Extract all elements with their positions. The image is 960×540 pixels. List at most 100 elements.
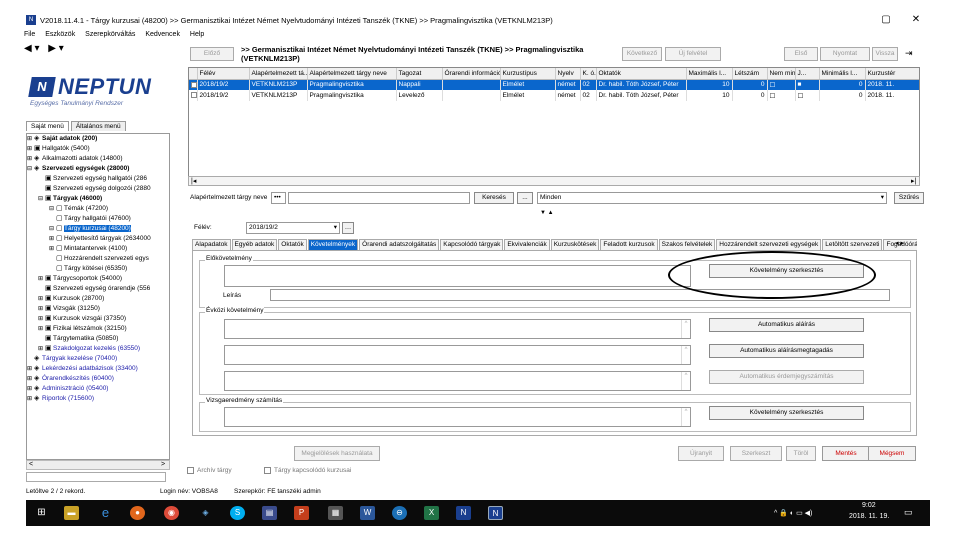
prev-button[interactable]: Előző	[190, 47, 234, 61]
detail-tab[interactable]: Egyéb adatok	[231, 239, 278, 250]
expand-icon[interactable]: ⊞	[27, 394, 34, 404]
detail-tab[interactable]: Kapcsolódó tárgyak	[440, 239, 504, 250]
system-tray-icons[interactable]: ^ 🔒 ◐ ▭ ◀)	[774, 509, 812, 517]
expand-icon[interactable]: ⊞	[49, 234, 56, 244]
tree-item[interactable]: ⊞ ◈ Lekérdezési adatbázisok (33400)	[27, 364, 169, 374]
back-arrow-icon[interactable]: ◀ ▾	[24, 43, 40, 54]
cancel-button[interactable]: Mégsem	[868, 446, 916, 461]
term-req-textarea-2[interactable]: ^	[224, 345, 691, 365]
detail-tab[interactable]: Hozzárendelt szervezeti egységek	[716, 239, 822, 250]
print-button[interactable]: Nyomtat	[820, 47, 870, 61]
filter-value-input[interactable]	[288, 192, 470, 204]
textarea-scroll-3[interactable]: ^	[681, 372, 690, 390]
tree-item[interactable]: ▣Tárgytematika (50850)	[27, 334, 169, 344]
table-row[interactable]: 2018/19/2 VETKNLM213P Pragmalingvisztika Na…	[189, 79, 919, 90]
first-button[interactable]: Első	[784, 47, 818, 61]
column-header[interactable]: Alapértelmezett tárgy neve	[307, 68, 397, 80]
collapse-icon[interactable]: ⊟	[38, 194, 45, 204]
column-header[interactable]: Oktatók	[596, 68, 687, 80]
expand-icon[interactable]: ⊞	[27, 374, 34, 384]
excel-icon[interactable]: X	[424, 506, 439, 520]
firefox-icon[interactable]: ●	[130, 506, 145, 520]
column-header[interactable]: Félév	[197, 68, 250, 80]
menu-help[interactable]: Help	[190, 31, 204, 38]
detail-tab[interactable]: Ekvivalenciák	[504, 239, 550, 250]
filter-more-button[interactable]: ...	[517, 192, 533, 204]
textarea-scroll-4[interactable]: ^	[681, 408, 690, 426]
expand-icon[interactable]: ⊞	[38, 314, 45, 324]
column-header[interactable]: Alapértelmezett tá...	[249, 68, 308, 80]
save-disk-icon[interactable]: ▤	[262, 506, 277, 520]
table-row[interactable]: 2018/19/2 VETKNLM213P Pragmalingvisztika Le…	[189, 90, 919, 101]
tab-general-menu[interactable]: Általános menü	[70, 121, 126, 131]
chrome-icon[interactable]: ◉	[164, 506, 179, 520]
column-header[interactable]: Órarendi információ...	[442, 68, 501, 80]
tabs-scroll-left-icon[interactable]: ◂	[895, 240, 899, 247]
term-picker-button[interactable]: …	[342, 222, 354, 234]
expand-icon[interactable]: ⊞	[38, 294, 45, 304]
grid-scroll-right-icon[interactable]: ▸|	[911, 177, 916, 185]
use-markings-button[interactable]: Megjelölések használata	[294, 446, 380, 461]
forward-arrow-icon[interactable]: ▶ ▾	[48, 43, 64, 54]
tree-item[interactable]: ▢Tárgy hallgatói (47600)	[27, 214, 169, 224]
tree-item[interactable]: ▣Szervezeti egység dolgozói (2880	[27, 184, 169, 194]
grid-horizontal-scrollbar[interactable]: |◂ ▸|	[188, 176, 920, 186]
scroll-left-icon[interactable]: <	[29, 461, 33, 468]
search-button[interactable]: Keresés	[474, 192, 514, 204]
menu-file[interactable]: File	[24, 31, 35, 38]
tree-item[interactable]: ⊞ ▣Vizsgák (31250)	[27, 304, 169, 314]
term-req-textarea-1[interactable]: ^	[224, 319, 691, 339]
scope-select[interactable]: Minden ▾	[537, 192, 887, 204]
column-header[interactable]: Kurzustípus	[500, 68, 556, 80]
maximize-button[interactable]: ▢	[878, 14, 894, 25]
collapse-icon[interactable]: ⊟	[27, 164, 34, 174]
tree-item[interactable]: ⊞ ▣Kurzusok (28700)	[27, 294, 169, 304]
delete-button[interactable]: Töröl	[786, 446, 816, 461]
expand-icon[interactable]: ⊞	[27, 154, 34, 164]
tree-item[interactable]: ⊞ ▢Mintatantervek (4100)	[27, 244, 169, 254]
detail-tab[interactable]: Szakos felvételek	[658, 239, 716, 250]
start-icon[interactable]: ⊞	[34, 506, 49, 520]
next-button[interactable]: Következő	[622, 47, 662, 61]
tree-item[interactable]: ⊞ ▣Hallgatók (5400)	[27, 144, 169, 154]
column-header[interactable]: Tagozat	[396, 68, 443, 80]
panel-splitter-icon[interactable]: ▼ ▲	[540, 210, 554, 216]
term-chevron-icon[interactable]: ▾	[334, 223, 337, 233]
tree-item[interactable]: ▢Hozzárendelt szervezeti egys	[27, 254, 169, 264]
detail-tab[interactable]: Követelmények	[307, 239, 359, 250]
tree-item[interactable]: ⊟ ▣Tárgyak (46000)	[27, 194, 169, 204]
menu-role-switch[interactable]: Szerepkörváltás	[85, 31, 135, 38]
powerpoint-icon[interactable]: P	[294, 506, 309, 520]
auto-signature-refusal-button[interactable]: Automatikus aláírásmegtagadás	[709, 344, 864, 358]
tree-item[interactable]: ▢Tárgy kötései (65350)	[27, 264, 169, 274]
skype-icon[interactable]: S	[230, 506, 245, 520]
tree-item[interactable]: ⊞ ▣Fizikai létszámok (32150)	[27, 324, 169, 334]
pin-icon[interactable]: ⇥	[905, 48, 913, 59]
scroll-right-icon[interactable]: >	[161, 461, 165, 468]
auto-signature-button[interactable]: Automatikus aláírás	[709, 318, 864, 332]
expand-icon[interactable]: ⊞	[38, 324, 45, 334]
neptun-taskbar-icon-1[interactable]: N	[456, 506, 471, 520]
exam-textarea[interactable]: ^	[224, 407, 691, 427]
tab-own-menu[interactable]: Saját menü	[26, 121, 69, 131]
archive-check-box[interactable]	[187, 467, 194, 474]
exam-requirement-edit-button[interactable]: Követelmény szerkesztés	[709, 406, 864, 420]
tree-item[interactable]: ◈ Tárgyak kezelése (70400)	[27, 354, 169, 364]
tree-item[interactable]: ▣Szervezeti egység hallgatói (286	[27, 174, 169, 184]
save-button[interactable]: Mentés	[822, 446, 870, 461]
tabs-scroll-right-icon[interactable]: ▸	[900, 240, 904, 247]
tree-item[interactable]: ⊞ ◈ Saját adatok (200)	[27, 134, 169, 144]
detail-tab[interactable]: Letöltött szervezeti	[822, 239, 883, 250]
tree-item[interactable]: ⊞ ◈ Adminisztráció (05400)	[27, 384, 169, 394]
menu-tools[interactable]: Eszközök	[45, 31, 75, 38]
row-checkbox[interactable]	[189, 90, 198, 101]
tree-item[interactable]: ⊞ ◈ Órarendkészítés (60400)	[27, 374, 169, 384]
detail-tab[interactable]: Oktatók	[278, 239, 307, 250]
expand-icon[interactable]: ⊞	[38, 304, 45, 314]
filter-operator[interactable]: •••	[271, 192, 286, 204]
back-button[interactable]: Vissza	[872, 47, 898, 61]
detail-tab[interactable]: Feladott kurzusok	[600, 239, 658, 250]
expand-icon[interactable]: ⊞	[27, 364, 34, 374]
detail-tab[interactable]: Alapadatok	[192, 239, 231, 250]
tree-item[interactable]: ⊞ ▣Szakdolgozat kezelés (63550)	[27, 344, 169, 354]
